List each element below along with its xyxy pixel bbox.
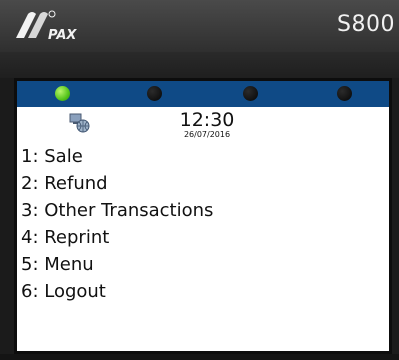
- menu-item-other-transactions[interactable]: 3: Other Transactions: [21, 197, 213, 224]
- screen-header: 12:30 26/07/2016: [17, 107, 389, 143]
- menu-item-reprint[interactable]: 4: Reprint: [21, 224, 213, 251]
- main-menu: 1: Sale 2: Refund 3: Other Transactions …: [21, 143, 213, 305]
- terminal-screen: 12:30 26/07/2016 1: Sale 2: Refund 3: Ot…: [14, 78, 392, 354]
- status-led-green-icon: [55, 86, 70, 101]
- terminal-bezel-band: [0, 52, 399, 78]
- clock-date: 26/07/2016: [183, 130, 231, 139]
- status-led-off-icon: [337, 86, 352, 101]
- terminal-bezel-bottom: [0, 354, 399, 360]
- status-led-off-icon: [243, 86, 258, 101]
- menu-item-menu[interactable]: 5: Menu: [21, 251, 213, 278]
- svg-text:PAX: PAX: [48, 28, 77, 43]
- clock-time: 12:30: [179, 109, 235, 131]
- network-globe-icon: [69, 113, 90, 133]
- status-led-off-icon: [147, 86, 162, 101]
- menu-item-sale[interactable]: 1: Sale: [21, 143, 213, 170]
- menu-item-logout[interactable]: 6: Logout: [21, 278, 213, 305]
- device-model: S800: [337, 12, 395, 37]
- pax-logo: PAX: [16, 10, 77, 43]
- menu-item-refund[interactable]: 2: Refund: [21, 170, 213, 197]
- status-bar: [17, 81, 389, 107]
- terminal-bezel-top: PAX S800: [0, 0, 399, 52]
